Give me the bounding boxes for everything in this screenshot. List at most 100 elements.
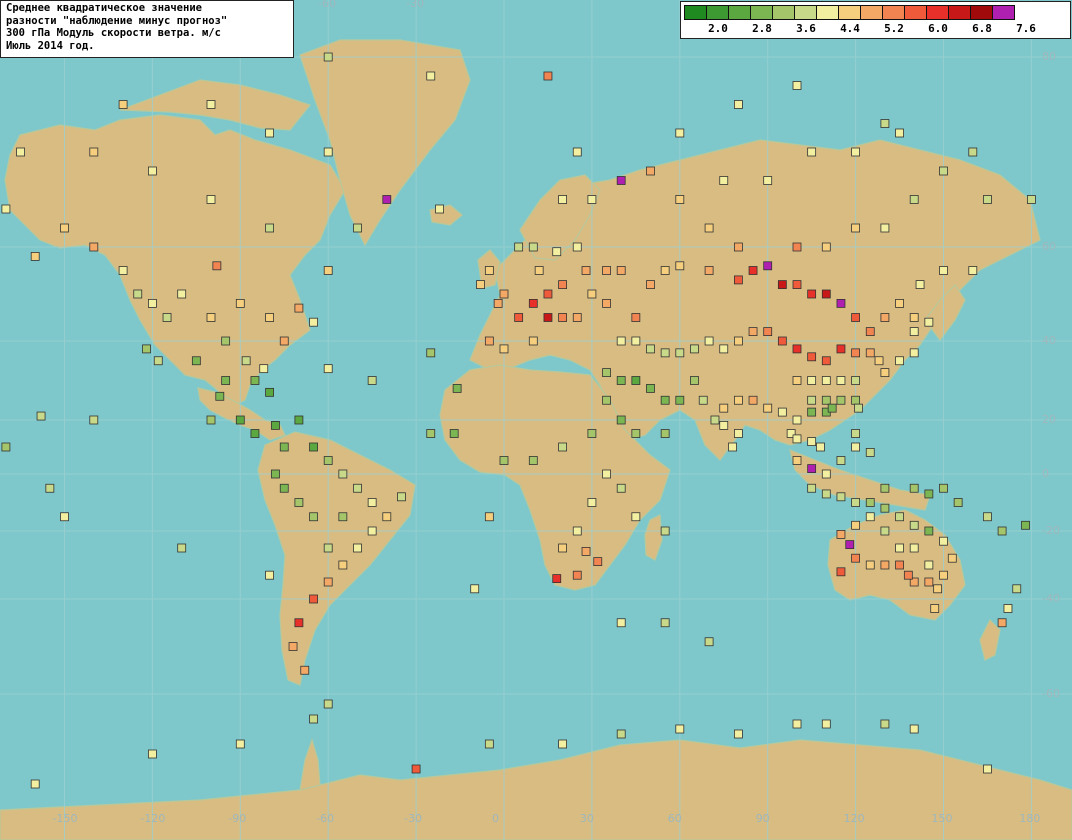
station-marker <box>646 166 655 176</box>
station-marker <box>660 429 670 438</box>
station-marker <box>660 266 670 275</box>
station-marker <box>836 376 846 385</box>
station-marker <box>323 266 333 275</box>
station-marker <box>60 223 69 233</box>
station-marker <box>142 344 151 354</box>
latitude-label: -60 <box>1042 687 1060 700</box>
station-marker <box>909 483 919 493</box>
world-map <box>0 0 1072 840</box>
legend-swatch <box>728 5 751 20</box>
station-marker <box>734 275 743 285</box>
station-marker <box>435 204 444 214</box>
station-marker <box>265 223 275 233</box>
station-marker <box>845 540 855 549</box>
station-marker <box>543 71 553 81</box>
latitude-label: 0 <box>1042 467 1049 480</box>
station-marker <box>660 618 670 628</box>
station-marker <box>426 71 436 81</box>
station-marker <box>915 280 925 290</box>
station-marker <box>558 195 567 204</box>
station-marker <box>865 447 875 457</box>
station-marker <box>719 344 729 354</box>
station-marker <box>836 567 846 577</box>
station-marker <box>581 266 591 275</box>
station-marker <box>147 298 157 308</box>
station-marker <box>602 395 611 405</box>
longitude-label-top: -60 <box>318 0 337 10</box>
station-marker <box>309 594 318 604</box>
legend-swatch <box>882 5 905 20</box>
station-marker <box>997 618 1007 628</box>
station-marker <box>235 415 245 425</box>
station-marker <box>807 464 817 474</box>
station-marker <box>593 557 603 566</box>
legend-swatch <box>772 5 795 20</box>
longitude-label: -150 <box>52 812 78 825</box>
station-marker <box>367 526 377 536</box>
station-marker <box>851 429 860 438</box>
station-marker <box>323 543 333 553</box>
station-marker <box>895 298 904 308</box>
station-marker <box>1 204 11 214</box>
title-line-3: 300 гПа Модуль скорости ветра. м/с <box>6 27 221 39</box>
legend-labels: 2.0 2.8 3.6 4.4 5.2 6.0 6.8 7.6 <box>681 22 1072 36</box>
station-marker <box>939 570 948 580</box>
station-marker <box>792 434 802 444</box>
station-marker <box>241 356 251 366</box>
station-marker <box>903 570 913 580</box>
station-marker <box>631 313 641 322</box>
station-marker <box>719 176 729 185</box>
station-marker <box>865 512 875 522</box>
station-marker <box>748 266 758 275</box>
station-marker <box>206 415 216 425</box>
station-marker <box>675 195 685 204</box>
station-marker <box>675 128 685 138</box>
station-marker <box>367 498 377 507</box>
station-marker <box>558 442 567 452</box>
station-marker <box>1027 195 1036 204</box>
station-marker <box>836 492 846 502</box>
station-marker <box>426 348 436 358</box>
longitude-label: -30 <box>404 812 423 825</box>
station-marker <box>865 560 875 570</box>
station-marker <box>646 280 655 290</box>
station-marker <box>865 498 875 507</box>
station-marker <box>851 376 860 385</box>
station-marker <box>221 376 231 385</box>
legend-swatch <box>684 5 707 20</box>
station-marker <box>1 442 11 452</box>
longitude-label: 30 <box>579 812 594 825</box>
station-marker <box>704 637 714 647</box>
station-marker <box>939 483 948 493</box>
station-marker <box>470 584 480 594</box>
station-marker <box>382 195 392 204</box>
station-marker <box>265 570 275 580</box>
station-marker <box>777 336 787 346</box>
station-marker <box>221 336 231 346</box>
station-marker <box>323 147 333 157</box>
station-marker <box>909 195 919 204</box>
station-marker <box>763 261 773 271</box>
station-marker <box>153 356 163 366</box>
station-marker <box>309 512 318 522</box>
station-marker <box>552 574 562 583</box>
legend-swatch <box>948 5 971 20</box>
station-marker <box>89 147 99 157</box>
station-marker <box>968 147 978 157</box>
station-marker <box>558 313 567 322</box>
station-marker <box>836 344 846 354</box>
station-marker <box>821 376 831 385</box>
station-marker <box>89 415 99 425</box>
station-marker <box>294 498 304 507</box>
longitude-label: 180 <box>1019 812 1041 825</box>
station-marker <box>534 266 544 275</box>
station-marker <box>807 483 817 493</box>
station-marker <box>719 403 729 413</box>
station-marker <box>836 298 846 308</box>
legend-label: 4.4 <box>840 22 860 35</box>
station-marker <box>880 223 890 233</box>
longitude-label: -120 <box>140 812 166 825</box>
station-marker <box>792 242 802 252</box>
station-marker <box>206 195 216 204</box>
station-marker <box>616 618 626 628</box>
